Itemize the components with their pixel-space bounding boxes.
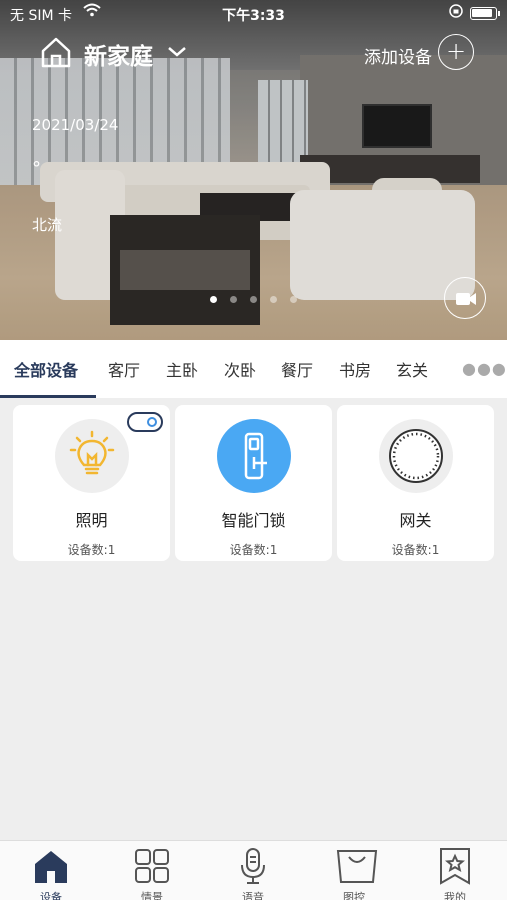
nav-devices[interactable]: 设备	[11, 845, 91, 900]
shopping-bag-icon	[336, 850, 378, 883]
home-name[interactable]: 新家庭	[84, 37, 153, 71]
tab-master-bedroom[interactable]: 主卧	[166, 357, 198, 381]
device-card-gateway[interactable]: 网关 设备数:1	[337, 405, 494, 561]
carousel-dots	[210, 296, 300, 304]
nav-label: 图控	[343, 891, 365, 900]
carousel-dot[interactable]	[230, 296, 237, 303]
lightbulb-icon	[69, 430, 115, 475]
card-icon-bg	[217, 419, 291, 493]
grid-icon	[135, 849, 169, 883]
card-device-count: 设备数:1	[67, 543, 116, 557]
card-name: 照明	[75, 511, 108, 530]
card-icon-bg	[55, 419, 129, 493]
door-lock-icon	[244, 432, 267, 480]
card-device-count: 设备数:1	[229, 543, 278, 557]
nav-profile[interactable]: 我的	[415, 845, 495, 900]
video-camera-button[interactable]	[444, 277, 486, 319]
home-icon[interactable]	[38, 34, 74, 70]
battery-icon	[470, 7, 500, 20]
status-bar: 无 SIM 卡 下午3:33	[0, 0, 507, 28]
carousel-dot[interactable]	[290, 296, 297, 303]
gateway-icon	[389, 429, 443, 483]
tab-living-room[interactable]: 客厅	[108, 357, 140, 381]
nav-voice[interactable]: 语音	[213, 845, 293, 900]
card-device-count: 设备数:1	[391, 543, 440, 557]
device-card-door-lock[interactable]: 智能门锁 设备数:1	[175, 405, 332, 561]
tab-dining-room[interactable]: 餐厅	[281, 357, 313, 381]
more-dots-icon[interactable]: ●●●	[462, 359, 507, 378]
bottom-navigation: 设备 情景 语音 图控 我的	[0, 840, 507, 900]
nav-control[interactable]: 图控	[314, 845, 394, 900]
weather-temperature: °	[32, 158, 41, 179]
battery-level	[472, 9, 492, 17]
weather-wind: 北流	[32, 216, 63, 234]
card-icon-bg	[379, 419, 453, 493]
bookmark-star-icon	[440, 848, 470, 885]
nav-label: 设备	[40, 891, 62, 900]
tab-study[interactable]: 书房	[339, 357, 371, 381]
weather-date: 2021/03/24	[32, 116, 119, 134]
nav-label: 语音	[242, 891, 264, 900]
card-name: 智能门锁	[221, 511, 286, 530]
tab-second-bedroom[interactable]: 次卧	[224, 357, 256, 381]
toggle-knob	[147, 417, 157, 427]
carousel-dot[interactable]	[270, 296, 277, 303]
add-device-button[interactable]: +	[438, 34, 474, 70]
card-name: 网关	[399, 511, 432, 530]
video-camera-icon	[456, 293, 476, 305]
lighting-toggle[interactable]	[127, 412, 163, 432]
tab-all-devices[interactable]: 全部设备	[14, 357, 78, 381]
device-card-lighting[interactable]: 照明 设备数:1	[13, 405, 170, 561]
tab-entrance[interactable]: 玄关	[396, 357, 428, 381]
rotation-lock-icon	[448, 3, 464, 23]
nav-scenes[interactable]: 情景	[112, 845, 192, 900]
carousel-dot[interactable]	[210, 296, 217, 303]
clock: 下午3:33	[222, 8, 285, 24]
carousel-dot[interactable]	[250, 296, 257, 303]
nav-label: 我的	[444, 891, 466, 900]
chevron-down-icon[interactable]	[166, 42, 188, 60]
home-icon	[35, 851, 67, 883]
room-tabs: 全部设备 客厅 主卧 次卧 餐厅 书房 玄关 ●●●	[0, 340, 507, 398]
plus-icon: +	[445, 37, 467, 65]
tab-active-indicator	[0, 395, 96, 398]
microphone-icon	[241, 848, 265, 884]
nav-label: 情景	[141, 891, 163, 900]
add-device-label[interactable]: 添加设备	[364, 43, 432, 68]
